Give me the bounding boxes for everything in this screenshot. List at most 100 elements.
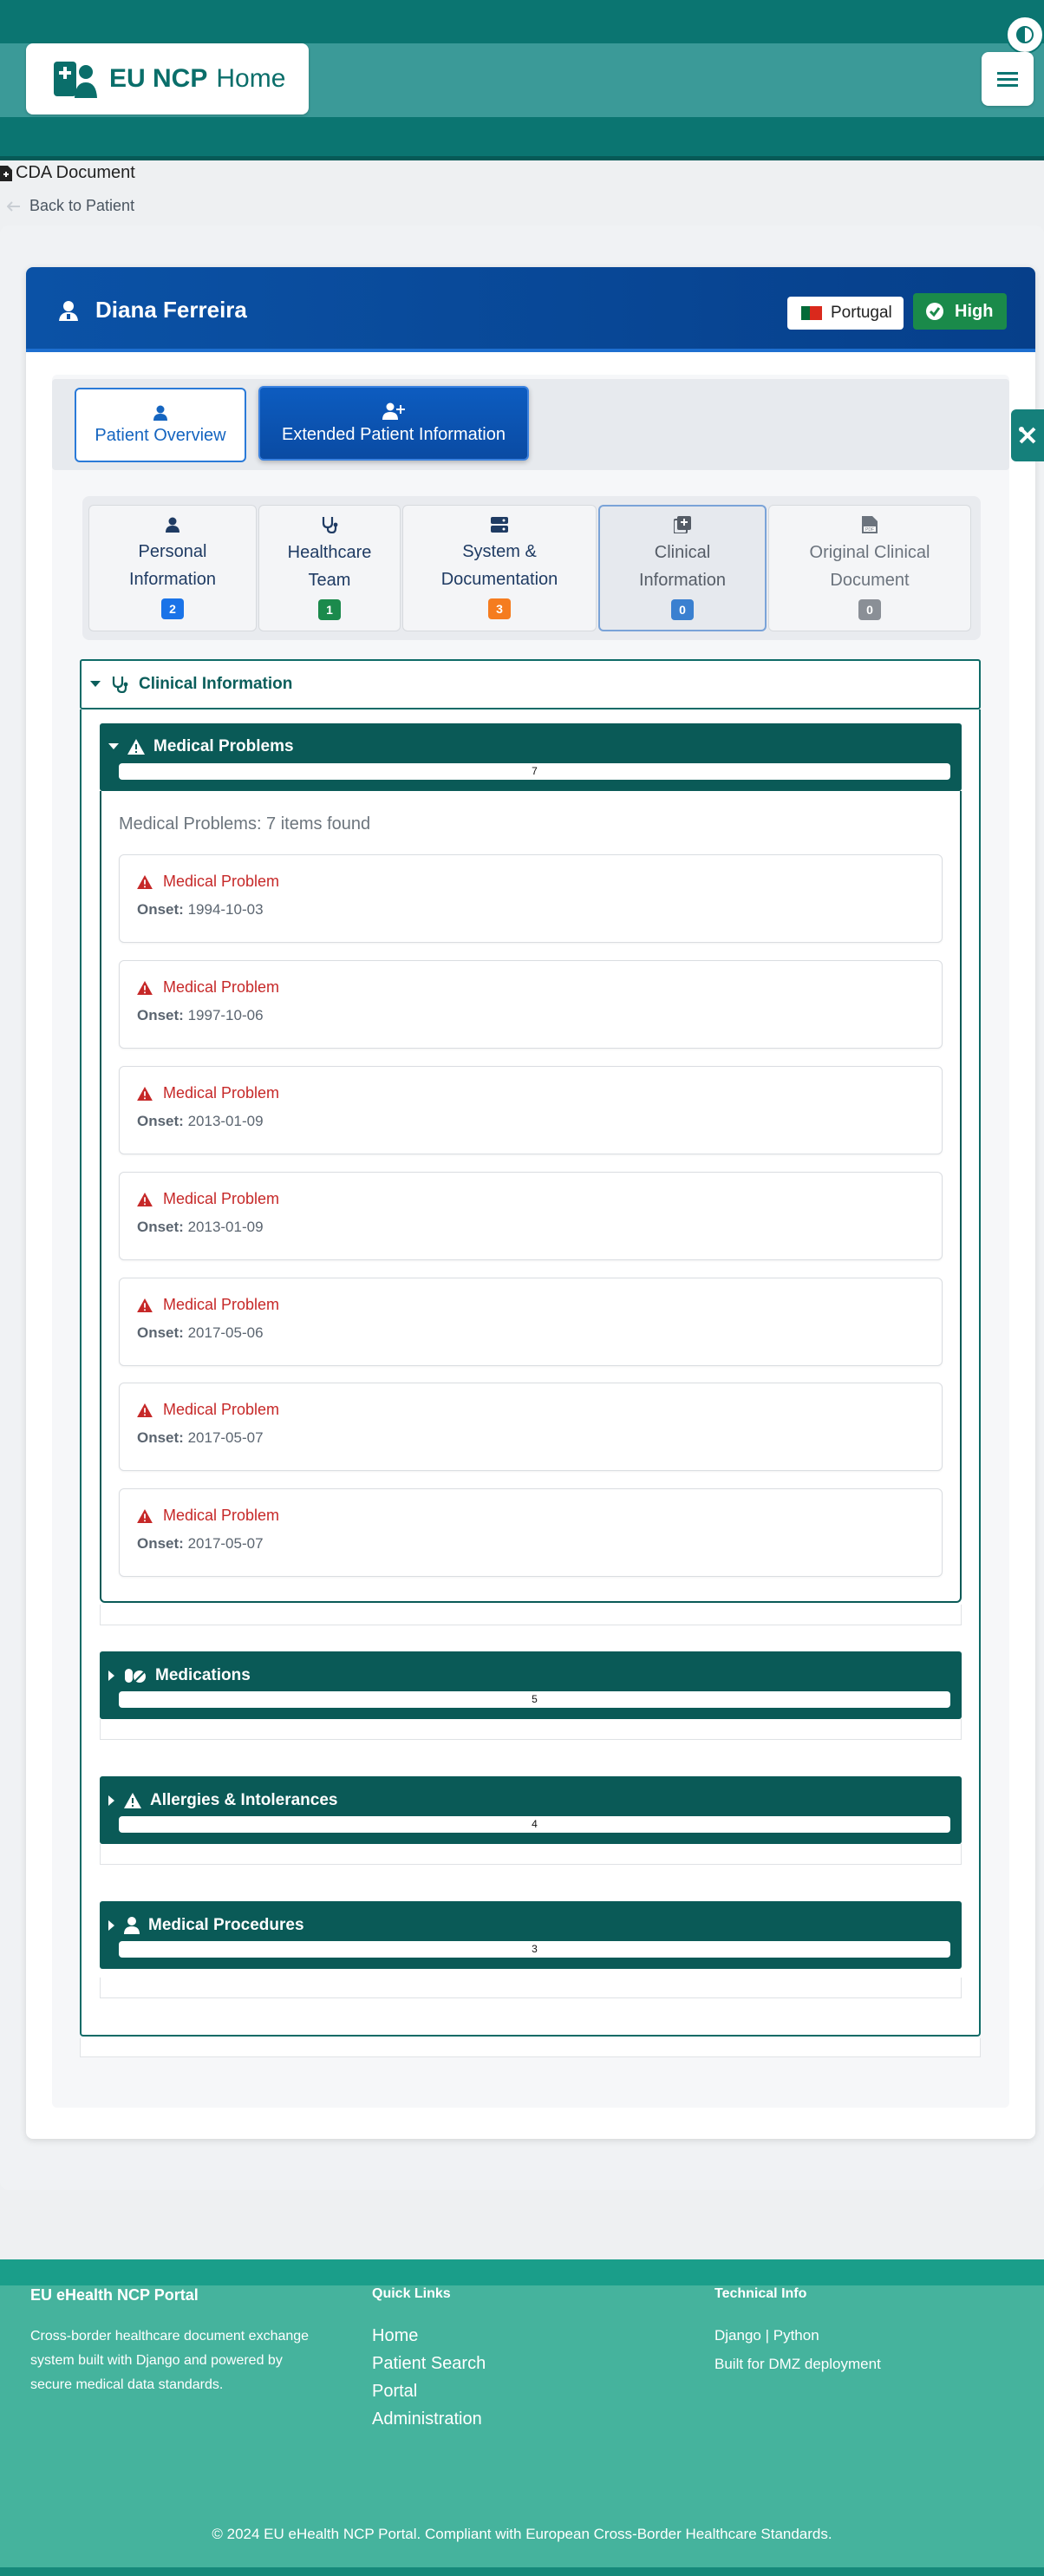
tab-patient-overview[interactable]: Patient Overview — [75, 388, 246, 462]
footer-tech: Django | Python Built for DMZ deployment — [714, 2321, 881, 2378]
medications-group-header[interactable] — [100, 1651, 962, 1719]
tools-side-button[interactable] — [1011, 409, 1044, 461]
subtab-count-badge: 1 — [318, 599, 341, 620]
onset-date: 2017-05-06 — [187, 1324, 264, 1341]
list-item[interactable]: Medical Problem Onset: 1997-10-06 — [119, 960, 943, 1049]
onset-label: Onset: — [137, 1324, 184, 1341]
subtab-personal-information[interactable]: Personal Information 2 — [88, 505, 257, 631]
group-count-badge: 7 — [119, 763, 950, 780]
footer-links-title: Quick Links — [372, 2286, 451, 2301]
caret-right-icon — [108, 1670, 115, 1681]
warning-icon — [137, 1402, 153, 1417]
allergies-group-header[interactable] — [100, 1776, 962, 1844]
subtab-count-badge: 0 — [858, 599, 881, 620]
footer-strip — [0, 2259, 1044, 2285]
group-count-badge: 4 — [119, 1816, 950, 1833]
medical-problems-summary: Medical Problems: 7 items found — [119, 814, 371, 834]
subtab-label-line2: Document — [830, 571, 910, 590]
hamburger-icon — [997, 70, 1018, 88]
section-title: Clinical Information — [139, 675, 293, 693]
warning-icon — [137, 1298, 153, 1312]
onset-label: Onset: — [137, 1007, 184, 1023]
footer-tech-title: Technical Info — [714, 2286, 807, 2301]
footer-about-line: system built with Django and powered by — [30, 2353, 283, 2368]
list-item[interactable]: Medical Problem Onset: 2017-05-07 — [119, 1488, 943, 1577]
tools-icon — [1018, 426, 1037, 445]
onset-date: 2013-01-09 — [187, 1219, 264, 1235]
list-item[interactable]: Medical Problem Onset: 2017-05-06 — [119, 1278, 943, 1366]
group-footer — [100, 1605, 962, 1625]
caret-down-icon — [90, 681, 101, 688]
caret-down-icon — [108, 743, 119, 750]
brand-home-link[interactable]: EU NCP Home — [26, 43, 309, 114]
medical-problems-group-header[interactable] — [100, 723, 962, 791]
list-item[interactable]: Medical Problem Onset: 2013-01-09 — [119, 1066, 943, 1154]
list-item[interactable]: Medical Problem Onset: 2013-01-09 — [119, 1172, 943, 1260]
subtab-count-badge: 3 — [488, 598, 511, 619]
caret-right-icon — [108, 1795, 115, 1806]
group-title: Allergies & Intolerances — [150, 1791, 338, 1809]
footer-about-title: EU eHealth NCP Portal — [30, 2286, 199, 2304]
tab-patient-overview-label: Patient Overview — [95, 425, 226, 445]
list-item[interactable]: Medical Problem Onset: 1994-10-03 — [119, 854, 943, 943]
theme-toggle-button[interactable] — [1006, 16, 1044, 54]
file-pdf-icon: PDF — [862, 516, 878, 533]
user-doctor-icon — [124, 1917, 140, 1934]
onset-label: Onset: — [137, 1429, 184, 1446]
stethoscope-icon — [111, 676, 128, 693]
caret-right-icon — [108, 1920, 115, 1931]
subtab-original-clinical-document[interactable]: PDF Original Clinical Document 0 — [768, 505, 971, 631]
footer-link-portal[interactable]: Portal — [372, 2377, 486, 2405]
subtab-count-badge: 0 — [671, 599, 694, 620]
warning-icon — [137, 1192, 153, 1206]
subtab-clinical-information[interactable]: Clinical Information 0 — [598, 505, 767, 631]
subtab-label-line1: Clinical — [654, 543, 711, 562]
subtab-healthcare-team[interactable]: Healthcare Team 1 — [258, 505, 401, 631]
subtab-label-line1: Personal — [138, 542, 207, 561]
problem-title: Medical Problem — [163, 1190, 280, 1207]
warning-icon — [137, 980, 153, 995]
subtab-label-line1: Healthcare — [287, 543, 372, 562]
country-name: Portugal — [831, 304, 892, 322]
footer-link-home[interactable]: Home — [372, 2322, 486, 2350]
back-to-patient-link[interactable]: Back to Patient — [7, 197, 134, 215]
doctor-logo-icon — [52, 58, 97, 100]
section-footer — [80, 2038, 981, 2057]
server-icon — [491, 517, 508, 533]
contrast-icon — [1015, 25, 1034, 44]
navbar-edge — [0, 156, 1044, 160]
group-footer — [100, 1719, 962, 1740]
brand-bold: EU NCP — [109, 64, 208, 93]
procedures-group-header[interactable] — [100, 1901, 962, 1969]
country-badge: Portugal — [787, 297, 904, 330]
footer-copyright: © 2024 EU eHealth NCP Portal. Compliant … — [212, 2526, 832, 2542]
onset-date: 1997-10-06 — [187, 1007, 264, 1023]
subtab-label-line2: Documentation — [440, 570, 558, 589]
tab-extended-patient-information[interactable]: Extended Patient Information — [258, 386, 529, 461]
footer-tech-line: Django | Python — [714, 2327, 819, 2344]
onset-label: Onset: — [137, 1535, 184, 1552]
onset-date: 1994-10-03 — [187, 901, 264, 918]
subtab-label-line2: Information — [128, 570, 217, 589]
subtab-label-line2: Team — [308, 571, 351, 590]
list-item[interactable]: Medical Problem Onset: 2017-05-07 — [119, 1383, 943, 1471]
document-icon — [0, 165, 12, 181]
subtab-system-documentation[interactable]: System & Documentation 3 — [402, 505, 597, 631]
brand-home-text: Home — [216, 64, 286, 93]
onset-label: Onset: — [137, 901, 184, 918]
menu-toggle-button[interactable] — [982, 52, 1034, 106]
clinical-information-section-header[interactable]: Clinical Information — [80, 659, 981, 709]
footer-link-administration[interactable]: Administration — [372, 2405, 486, 2433]
subtab-label-line1: System & — [462, 542, 537, 561]
breadcrumb: CDA Document — [0, 163, 135, 183]
footer-tech-line: Built for DMZ deployment — [714, 2356, 881, 2372]
user-icon — [153, 405, 167, 421]
subtab-count-badge: 2 — [161, 598, 184, 619]
footer-about-text: Cross-border healthcare document exchang… — [30, 2324, 309, 2397]
user-icon — [166, 517, 179, 533]
group-title: Medical Procedures — [148, 1916, 304, 1934]
subtab-label-line2: Information — [638, 571, 727, 590]
footer-link-patient-search[interactable]: Patient Search — [372, 2350, 486, 2377]
security-level-label: High — [955, 301, 994, 321]
group-title: Medical Problems — [153, 737, 294, 755]
